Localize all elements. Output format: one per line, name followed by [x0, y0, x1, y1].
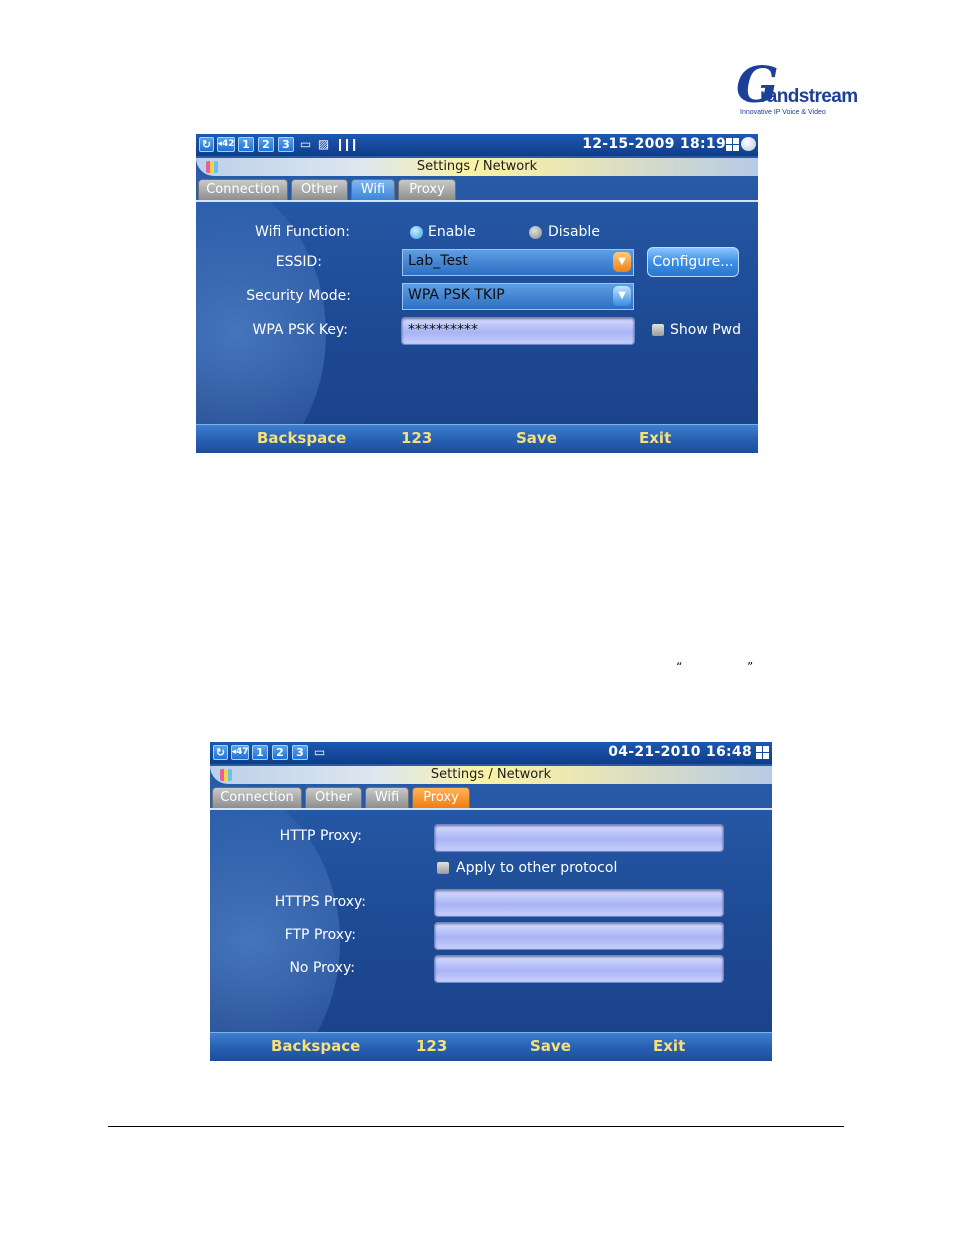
title-bar: Settings / Network	[196, 158, 758, 176]
network-icon: ▨	[317, 137, 330, 151]
datetime: 12-15-2009 18:19	[582, 136, 726, 152]
folder-icon: ▭	[299, 137, 312, 151]
http-proxy-input[interactable]	[434, 824, 724, 852]
apply-other-checkbox[interactable]	[437, 862, 449, 874]
close-quote: ”	[747, 660, 754, 674]
line-1-icon: 1	[252, 745, 268, 760]
tab-connection[interactable]: Connection	[212, 787, 302, 808]
line-2-icon: 2	[258, 137, 274, 152]
configure-button[interactable]: Configure...	[647, 247, 739, 277]
https-proxy-label: HTTPS Proxy:	[274, 894, 366, 910]
disable-label[interactable]: Disable	[548, 224, 600, 240]
show-pwd-checkbox[interactable]	[652, 324, 664, 336]
backspace-softkey[interactable]: Backspace	[257, 429, 346, 447]
tab-connection[interactable]: Connection	[198, 179, 288, 200]
essid-value: Lab_Test	[408, 253, 468, 269]
page-title: Settings / Network	[416, 159, 538, 174]
apply-other-label[interactable]: Apply to other protocol	[456, 860, 617, 876]
show-pwd-label[interactable]: Show Pwd	[670, 322, 741, 338]
layout-grid-icon	[726, 138, 739, 151]
status-bar: ↻ ◂47 1 2 3 ▭ 04-21-2010 16:48	[210, 742, 772, 764]
layout-grid-icon	[756, 746, 769, 759]
tab-bar: Connection Other Wifi Proxy	[210, 786, 772, 810]
speaker-icon: ◂47	[231, 745, 249, 760]
background-swoosh	[210, 772, 340, 1061]
chevron-down-icon[interactable]: ▼	[613, 252, 631, 272]
line-1-icon: 1	[238, 137, 254, 152]
essid-select[interactable]: Lab_Test ▼	[402, 249, 634, 276]
save-softkey[interactable]: Save	[516, 429, 557, 447]
security-mode-label: Security Mode:	[246, 288, 351, 304]
ftp-proxy-input[interactable]	[434, 922, 724, 950]
logo-tagline: Innovative IP Voice & Video	[740, 109, 826, 116]
status-bar: ↻ ◂42 1 2 3 ▭ ▨ ❙❙❙ 12-15-2009 18:19	[196, 134, 758, 156]
123-softkey[interactable]: 123	[401, 429, 432, 447]
psk-key-value: **********	[408, 322, 478, 338]
background-swoosh	[196, 164, 326, 453]
refresh-icon: ↻	[199, 137, 214, 152]
title-bar: Settings / Network	[210, 766, 772, 784]
tab-bar: Connection Other Wifi Proxy	[196, 178, 758, 202]
page-title: Settings / Network	[430, 767, 552, 782]
essid-label: ESSID:	[275, 254, 322, 270]
tab-proxy[interactable]: Proxy	[398, 179, 456, 200]
tab-wifi[interactable]: Wifi	[351, 179, 395, 200]
psk-key-input[interactable]: **********	[401, 317, 635, 345]
chevron-down-icon[interactable]: ▼	[613, 286, 631, 306]
folder-icon: ▭	[313, 745, 326, 759]
enable-label[interactable]: Enable	[428, 224, 476, 240]
signal-icon: ❙❙❙	[335, 137, 359, 151]
backspace-softkey[interactable]: Backspace	[271, 1037, 360, 1055]
ftp-proxy-label: FTP Proxy:	[284, 927, 356, 943]
line-2-icon: 2	[272, 745, 288, 760]
line-3-icon: 3	[292, 745, 308, 760]
security-mode-select[interactable]: WPA PSK TKIP ▼	[402, 283, 634, 310]
message-bubble-icon	[741, 137, 756, 151]
softkey-bar: Backspace 123 Save Exit	[196, 424, 758, 453]
proxy-settings-screen: ↻ ◂47 1 2 3 ▭ 04-21-2010 16:48 Settings …	[210, 742, 772, 1061]
save-softkey[interactable]: Save	[530, 1037, 571, 1055]
wifi-function-label: Wifi Function:	[255, 224, 350, 240]
http-proxy-label: HTTP Proxy:	[279, 828, 362, 844]
tab-other[interactable]: Other	[291, 179, 348, 200]
enable-radio[interactable]	[410, 226, 423, 239]
123-softkey[interactable]: 123	[416, 1037, 447, 1055]
https-proxy-input[interactable]	[434, 889, 724, 917]
line-3-icon: 3	[278, 137, 294, 152]
tab-wifi[interactable]: Wifi	[365, 787, 409, 808]
tab-other[interactable]: Other	[305, 787, 362, 808]
softkey-bar: Backspace 123 Save Exit	[210, 1032, 772, 1061]
speaker-icon: ◂42	[217, 137, 235, 152]
open-quote: “	[676, 660, 683, 674]
footer-rule	[108, 1126, 844, 1127]
tab-proxy[interactable]: Proxy	[412, 787, 470, 808]
logo-wordmark: randstream	[760, 86, 858, 107]
refresh-icon: ↻	[213, 745, 228, 760]
datetime: 04-21-2010 16:48	[608, 744, 752, 760]
exit-softkey[interactable]: Exit	[639, 429, 671, 447]
no-proxy-label: No Proxy:	[289, 960, 355, 976]
no-proxy-input[interactable]	[434, 955, 724, 983]
grandstream-logo: G randstream Innovative IP Voice & Video	[730, 58, 858, 124]
exit-softkey[interactable]: Exit	[653, 1037, 685, 1055]
psk-key-label: WPA PSK Key:	[252, 322, 348, 338]
disable-radio[interactable]	[529, 226, 542, 239]
wifi-settings-screen: ↻ ◂42 1 2 3 ▭ ▨ ❙❙❙ 12-15-2009 18:19 Set…	[196, 134, 758, 453]
security-mode-value: WPA PSK TKIP	[408, 287, 505, 303]
